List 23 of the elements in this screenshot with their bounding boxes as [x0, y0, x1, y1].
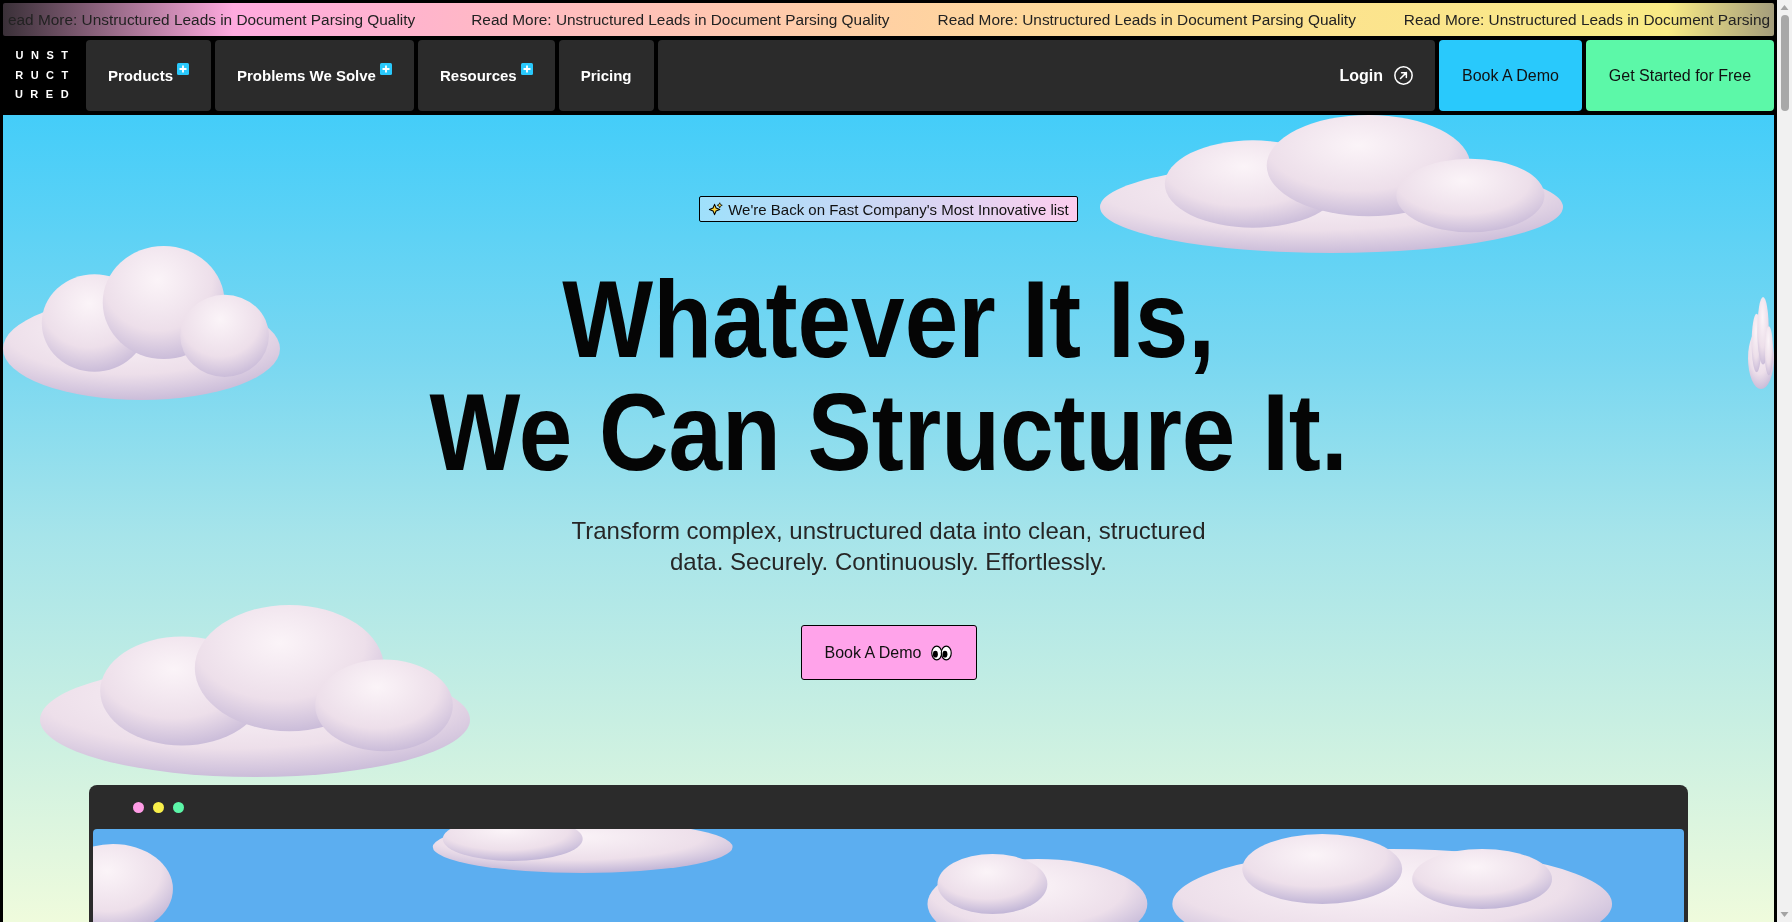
nav-menu-item[interactable]: Resources	[417, 40, 555, 111]
get-started-button[interactable]: Get Started for Free	[1586, 40, 1774, 111]
hero-subtitle: Transform complex, unstructured data into clean, structured data. Securely. Continuously. Effortlessly.	[570, 516, 1207, 577]
badge-text: We're Back on Fast Company's Most Innovative list	[728, 200, 1069, 218]
announcement-link[interactable]: Read More: Unstructured Leads in Document Parsing Quality	[937, 10, 1356, 29]
eyes-icon	[931, 644, 953, 661]
plus-icon	[379, 63, 392, 75]
sparkle-icon	[708, 201, 724, 217]
announcement-badge[interactable]: We're Back on Fast Company's Most Innovative list	[699, 196, 1078, 222]
hero-heading: Whatever It Is, We Can Structure It.	[429, 262, 1348, 488]
nav-menu-item[interactable]: Problems We Solve	[215, 40, 414, 111]
arrow-circle-icon	[1394, 66, 1413, 85]
book-demo-button[interactable]: Book A Demo	[800, 625, 977, 680]
book-demo-button[interactable]: Book A Demo	[1439, 40, 1582, 111]
scrollbar-track[interactable]	[1777, 0, 1792, 922]
plus-icon	[520, 63, 533, 75]
nav-menu-item[interactable]: Products	[86, 40, 211, 111]
announcement-link[interactable]: Read More: Unstructured Leads in Document Parsing Quality	[471, 10, 890, 29]
nav-menu-item[interactable]: Pricing	[558, 40, 654, 111]
announcement-link[interactable]: Read More: Unstructured Leads in Document Parsing	[1403, 10, 1770, 29]
scrollbar-thumb[interactable]	[1780, 15, 1789, 111]
plus-icon	[177, 63, 189, 75]
login-link[interactable]: Login	[1339, 66, 1413, 85]
